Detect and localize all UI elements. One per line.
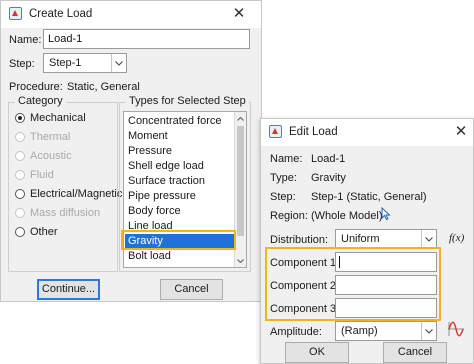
edit-type-value: Gravity: [311, 172, 346, 184]
continue-button[interactable]: Continue...: [37, 279, 100, 300]
radio-indicator: [15, 132, 25, 142]
procedure-value: Static, General: [67, 81, 140, 93]
list-item[interactable]: Moment: [125, 129, 235, 144]
radio-thermal[interactable]: Thermal: [15, 131, 70, 143]
cursor-pointer-icon[interactable]: [381, 206, 391, 223]
scroll-down-icon[interactable]: [235, 255, 246, 266]
ok-button[interactable]: OK: [285, 342, 349, 363]
cancel-button[interactable]: Cancel: [160, 279, 223, 300]
chevron-down-icon[interactable]: [111, 54, 126, 72]
types-title: Types for Selected Step: [126, 95, 249, 107]
chevron-down-icon[interactable]: [421, 322, 436, 340]
list-item[interactable]: Pressure: [125, 144, 235, 159]
edit-type-label: Type:: [270, 172, 297, 184]
list-item[interactable]: Line load: [125, 219, 235, 234]
edit-region-value: (Whole Model): [311, 210, 383, 222]
component2-label: Component 2:: [270, 280, 340, 292]
amplitude-select[interactable]: (Ramp): [335, 321, 437, 341]
list-item-selected[interactable]: Gravity: [125, 234, 235, 249]
component3-field[interactable]: [335, 298, 437, 318]
category-title: Category: [15, 95, 66, 107]
edit-region-label: Region:: [270, 210, 308, 222]
component1-input[interactable]: [336, 253, 436, 271]
procedure-label: Procedure:: [9, 81, 63, 93]
chevron-down-icon[interactable]: [421, 230, 436, 248]
list-item[interactable]: Body force: [125, 204, 235, 219]
create-load-title: Create Load: [29, 8, 93, 20]
component2-input[interactable]: [336, 276, 436, 294]
scroll-thumb[interactable]: [237, 126, 244, 236]
create-load-dialog: Create Load ✕ Name: Step: Step-1 Procedu…: [0, 0, 262, 302]
component1-field[interactable]: [335, 252, 437, 272]
edit-step-label: Step:: [270, 191, 296, 203]
radio-acoustic[interactable]: Acoustic: [15, 150, 72, 162]
scroll-up-icon[interactable]: [235, 113, 246, 124]
component3-input[interactable]: [336, 299, 436, 317]
name-field[interactable]: [43, 29, 250, 49]
distribution-select[interactable]: Uniform: [335, 229, 437, 249]
fx-button[interactable]: f(x): [449, 232, 464, 244]
radio-indicator: [15, 189, 25, 199]
radio-label: Mass diffusion: [30, 207, 101, 219]
radio-mass-diffusion[interactable]: Mass diffusion: [15, 207, 100, 219]
amplitude-label: Amplitude:: [270, 326, 322, 338]
edit-name-value: Load-1: [311, 153, 346, 165]
step-value: Step-1: [49, 57, 82, 69]
distribution-value: Uniform: [341, 233, 380, 245]
edit-load-titlebar[interactable]: Edit Load ✕: [261, 119, 473, 146]
edit-name-label: Name:: [270, 153, 303, 165]
component2-field[interactable]: [335, 275, 437, 295]
radio-indicator: [15, 208, 25, 218]
radio-label: Thermal: [30, 131, 71, 143]
radio-label: Other: [30, 226, 58, 238]
radio-indicator: [15, 113, 25, 123]
types-listbox[interactable]: Concentrated force Moment Pressure Shell…: [123, 111, 247, 268]
component3-label: Component 3:: [270, 303, 340, 315]
list-item[interactable]: Pipe pressure: [125, 189, 235, 204]
text-caret: [339, 256, 340, 268]
radio-label: Acoustic: [30, 150, 72, 162]
radio-electrical-magnetic[interactable]: Electrical/Magnetic: [15, 188, 122, 200]
component1-label: Component 1:: [270, 257, 340, 269]
list-item[interactable]: Concentrated force: [125, 114, 235, 129]
app-icon: [9, 7, 22, 23]
name-input[interactable]: [44, 30, 249, 48]
step-select[interactable]: Step-1: [43, 53, 127, 73]
types-scrollbar[interactable]: [234, 112, 246, 267]
edit-step-value: Step-1 (Static, General): [311, 191, 427, 203]
amplitude-value: (Ramp): [341, 325, 378, 337]
distribution-label: Distribution:: [270, 234, 329, 246]
edit-cancel-button[interactable]: Cancel: [383, 342, 447, 363]
amplitude-curve-icon[interactable]: [447, 321, 465, 340]
edit-load-title: Edit Load: [289, 126, 338, 138]
radio-fluid[interactable]: Fluid: [15, 169, 54, 181]
radio-indicator: [15, 170, 25, 180]
name-label: Name:: [9, 34, 42, 46]
category-group: Category: [8, 95, 118, 272]
radio-mechanical[interactable]: Mechanical: [15, 112, 86, 124]
list-item[interactable]: Bolt load: [125, 249, 235, 264]
radio-label: Fluid: [30, 169, 54, 181]
app-icon: [269, 125, 282, 141]
create-load-titlebar[interactable]: Create Load ✕: [1, 1, 261, 28]
step-label: Step:: [9, 58, 35, 70]
close-icon[interactable]: ✕: [451, 123, 471, 141]
list-item[interactable]: Surface traction: [125, 174, 235, 189]
radio-indicator: [15, 151, 25, 161]
radio-indicator: [15, 227, 25, 237]
edit-load-dialog: Edit Load ✕ Name: Load-1 Type: Gravity S…: [260, 118, 474, 364]
list-item[interactable]: Shell edge load: [125, 159, 235, 174]
radio-label: Mechanical: [30, 112, 86, 124]
radio-label: Electrical/Magnetic: [30, 188, 123, 200]
radio-other[interactable]: Other: [15, 226, 58, 238]
close-icon[interactable]: ✕: [229, 5, 249, 23]
